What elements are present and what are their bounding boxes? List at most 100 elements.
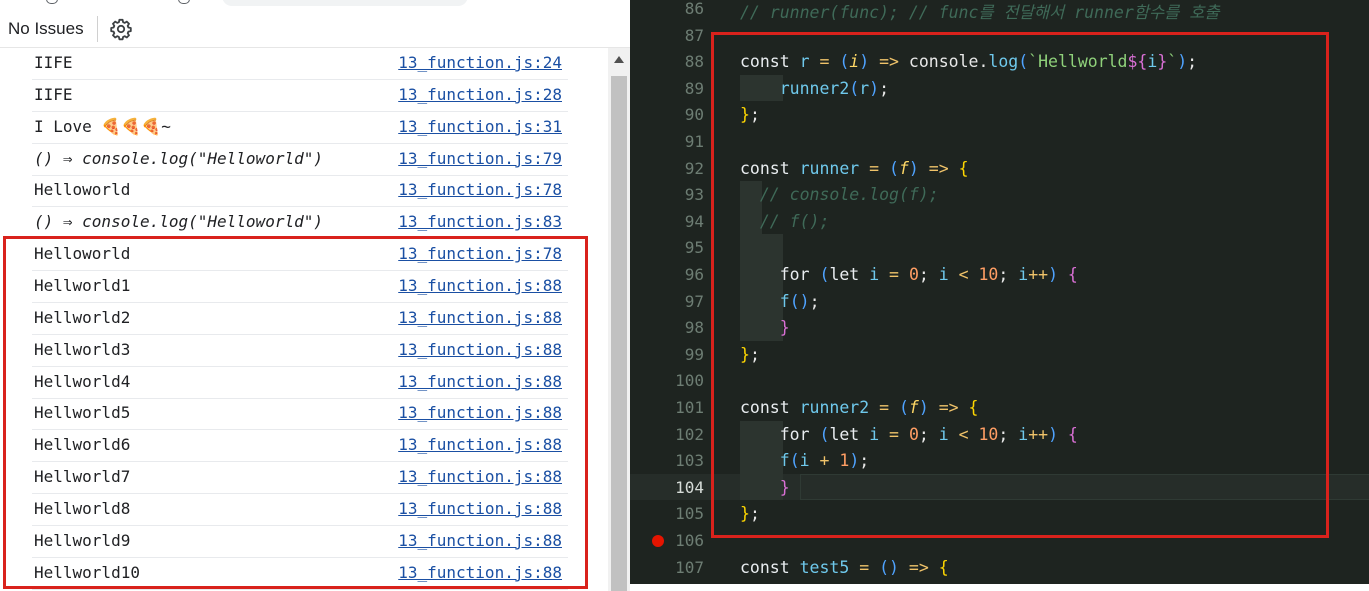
code-line[interactable]: 105};	[630, 500, 1369, 527]
line-number: 88	[684, 52, 704, 72]
source-link[interactable]: 13_function.js:88	[398, 308, 562, 327]
code-token: }	[740, 105, 750, 125]
filter-input[interactable]	[222, 0, 468, 6]
code-token: )	[849, 451, 860, 471]
code-token: i	[1018, 265, 1029, 284]
code-token: (	[849, 78, 860, 98]
console-message-row: Hellworld5 13_function.js:88	[32, 398, 568, 431]
source-link[interactable]: 13_function.js:78	[398, 244, 562, 263]
code-token: `	[1167, 52, 1178, 72]
code-token: =>	[918, 158, 959, 178]
code-line[interactable]: 91	[630, 128, 1369, 155]
source-link[interactable]: 13_function.js:88	[398, 499, 562, 518]
source-link[interactable]: 13_function.js:78	[398, 180, 562, 199]
code-token: runner	[799, 158, 860, 178]
code-token: (	[839, 52, 850, 72]
code-token: ()	[789, 291, 810, 311]
source-link[interactable]: 13_function.js:88	[398, 563, 562, 582]
code-token: const	[740, 398, 800, 417]
gear-icon[interactable]	[109, 17, 133, 41]
code-line[interactable]: 95	[630, 234, 1369, 261]
console-message-text: Hellworld2	[34, 307, 131, 327]
code-token: {	[968, 398, 979, 417]
source-link[interactable]: 13_function.js:31	[398, 117, 562, 136]
source-link[interactable]: 13_function.js:88	[398, 276, 562, 295]
source-link[interactable]: 13_function.js:88	[398, 467, 562, 486]
code-line[interactable]: 97 f();	[630, 287, 1369, 315]
code-token: ${	[1127, 52, 1148, 72]
source-link[interactable]: 13_function.js:88	[398, 340, 562, 359]
issues-counter[interactable]: No Issues	[8, 19, 84, 39]
console-message-row: Helloworld 13_function.js:78	[32, 175, 568, 208]
code-line[interactable]: 98 }	[630, 314, 1369, 341]
console-message-text: I Love 🍕🍕🍕~	[34, 116, 171, 136]
code-token: }	[1157, 52, 1168, 72]
scrollbar-thumb[interactable]	[611, 76, 627, 591]
code-token: (	[889, 158, 899, 178]
code-line[interactable]: 99};	[630, 341, 1369, 368]
console-message-text: () ⇒ console.log("Helloworld")	[34, 148, 323, 168]
source-link[interactable]: 13_function.js:88	[398, 372, 562, 391]
code-token: i	[869, 424, 880, 444]
source-link[interactable]: 13_function.js:28	[398, 85, 562, 104]
code-line[interactable]: 94 // f();	[630, 207, 1369, 235]
console-log-list: IIFE 13_function.js:24 IIFE 13_function.js:…	[0, 48, 608, 591]
code-line[interactable]: 107 const test5 = () => {	[630, 554, 1369, 581]
source-link[interactable]: 13_function.js:88	[398, 403, 562, 422]
code-line[interactable]: 100	[630, 367, 1369, 394]
code-token: runner2	[779, 78, 850, 98]
code-token: 10	[978, 265, 999, 284]
code-token: i	[869, 265, 880, 284]
source-link[interactable]: 13_function.js:88	[398, 531, 562, 550]
console-message-row: Hellworld9 13_function.js:88	[32, 526, 568, 558]
line-number: 105	[675, 504, 704, 524]
code-line[interactable]: 88 const r = (i) => console.log(`Hellworl…	[630, 48, 1369, 75]
code-text: f(i + 1);	[740, 451, 869, 470]
console-message-row: Hellworld6 13_function.js:88	[32, 430, 568, 463]
code-line[interactable]: 101 const runner2 = (f) => {	[630, 394, 1369, 421]
code-token: 10	[978, 424, 999, 444]
source-link[interactable]: 13_function.js:88	[398, 435, 562, 454]
source-link[interactable]: 13_function.js:83	[398, 212, 562, 231]
code-text: const runner2 = (f) => {	[740, 398, 978, 417]
line-number: 94	[684, 211, 704, 231]
code-token: r	[799, 52, 810, 72]
console-scrollbar[interactable]	[608, 48, 630, 591]
console-message-row: I Love 🍕🍕🍕~ 13_function.js:31	[32, 112, 568, 144]
code-line[interactable]: 86 // runner(func); // func를 전달해서 runner함…	[630, 0, 1369, 22]
source-link[interactable]: 13_function.js:79	[398, 149, 562, 168]
code-token: i	[849, 52, 860, 72]
code-text: // console.log(f);	[740, 185, 939, 204]
line-number: 89	[684, 78, 704, 98]
console-message-text: IIFE	[34, 53, 73, 72]
scroll-up-arrow-icon[interactable]	[614, 56, 624, 63]
code-line[interactable]: 93 // console.log(f);	[630, 181, 1369, 208]
eye-icon[interactable]	[178, 0, 190, 4]
code-line[interactable]: 92 const runner = (f) => {	[630, 155, 1369, 182]
code-line[interactable]: 87	[630, 22, 1369, 49]
indent-guide	[740, 234, 783, 261]
source-link[interactable]: 13_function.js:24	[398, 53, 562, 72]
console-message-text: Helloworld	[34, 180, 131, 200]
clear-console-icon[interactable]	[46, 0, 58, 4]
code-token: runner2	[799, 398, 870, 417]
code-line[interactable]: 90};	[630, 101, 1369, 128]
code-line[interactable]: 104 }	[630, 473, 1369, 501]
code-line[interactable]: 102 for (let i = 0; i < 10; i++) {	[630, 420, 1369, 448]
code-text: for (let i = 0; i < 10; i++) {	[740, 265, 1078, 284]
breakpoint-icon[interactable]	[652, 535, 664, 547]
code-token: ;	[879, 78, 890, 98]
code-text: };	[740, 105, 760, 124]
code-editor[interactable]: 86 // runner(func); // func를 전달해서 runner함…	[630, 0, 1369, 584]
code-line[interactable]: 106	[630, 527, 1369, 554]
line-number: 106	[675, 531, 704, 550]
code-line[interactable]: 89 runner2(r);	[630, 74, 1369, 102]
console-message-text: Hellworld8	[34, 498, 131, 518]
line-number: 100	[675, 371, 704, 391]
line-number: 91	[684, 132, 704, 151]
code-line[interactable]: 103 f(i + 1);	[630, 447, 1369, 474]
code-line[interactable]: 96 for (let i = 0; i < 10; i++) {	[630, 261, 1369, 288]
code-token: const	[740, 52, 800, 72]
